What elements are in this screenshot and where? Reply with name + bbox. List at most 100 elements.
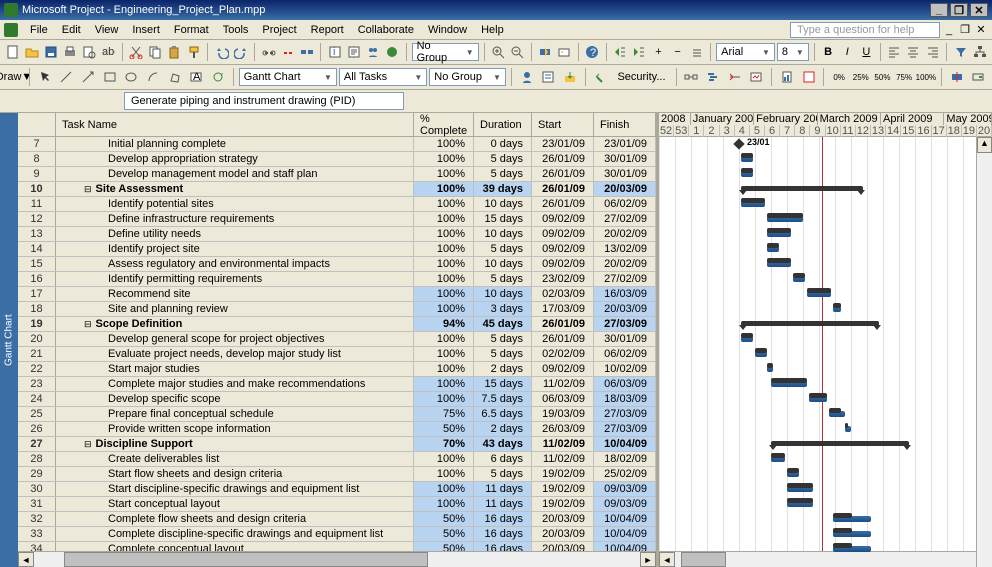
dur-cell[interactable]: 10 days xyxy=(474,287,532,301)
start-cell[interactable]: 19/03/09 xyxy=(532,407,594,421)
pct-cell[interactable]: 100% xyxy=(414,377,474,391)
task-name-cell[interactable]: Complete major studies and make recommen… xyxy=(56,377,414,391)
pct-cell[interactable]: 100% xyxy=(414,332,474,346)
print-preview-icon[interactable] xyxy=(81,42,98,62)
hide-subtasks-icon[interactable]: − xyxy=(669,42,686,62)
finish-cell[interactable]: 06/03/09 xyxy=(594,377,656,391)
finish-cell[interactable]: 13/02/09 xyxy=(594,242,656,256)
textbox-icon[interactable]: A xyxy=(186,67,206,87)
finish-cell[interactable]: 09/03/09 xyxy=(594,497,656,511)
dur-cell[interactable]: 16 days xyxy=(474,527,532,541)
row-id[interactable]: 29 xyxy=(18,467,56,481)
task-row[interactable]: 7Initial planning complete100%0 days23/0… xyxy=(18,137,656,152)
arrow-icon[interactable] xyxy=(78,67,98,87)
finish-cell[interactable]: 10/04/09 xyxy=(594,542,656,551)
pct-cell[interactable]: 70% xyxy=(414,437,474,451)
dur-header[interactable]: Duration xyxy=(474,113,532,136)
task-row[interactable]: 9Develop management model and staff plan… xyxy=(18,167,656,182)
task-name-cell[interactable]: Provide written scope information xyxy=(56,422,414,436)
task-row[interactable]: 34Complete conceptual layout50%16 days20… xyxy=(18,542,656,551)
new-resource-icon[interactable] xyxy=(517,67,537,87)
task-row[interactable]: 30Start discipline-specific drawings and… xyxy=(18,482,656,497)
child-close-button[interactable]: ✕ xyxy=(974,23,988,37)
task-row[interactable]: 25Prepare final conceptual schedule75%6.… xyxy=(18,407,656,422)
start-cell[interactable]: 11/02/09 xyxy=(532,377,594,391)
indent-icon[interactable] xyxy=(631,42,648,62)
pct-cell[interactable]: 100% xyxy=(414,227,474,241)
view-combo[interactable]: Gantt Chart▼ xyxy=(239,68,337,86)
task-row[interactable]: 12Define infrastructure requirements100%… xyxy=(18,212,656,227)
task-name-cell[interactable]: Identify potential sites xyxy=(56,197,414,211)
reschedule-icon[interactable] xyxy=(969,67,989,87)
task-name-cell[interactable]: Scope Definition xyxy=(56,317,414,331)
task-name-cell[interactable]: Assess regulatory and environmental impa… xyxy=(56,257,414,271)
finish-cell[interactable]: 06/02/09 xyxy=(594,197,656,211)
task-row[interactable]: 16Identify permitting requirements100%5 … xyxy=(18,272,656,287)
child-minimize-button[interactable]: _ xyxy=(942,23,956,37)
row-id[interactable]: 34 xyxy=(18,542,56,551)
pct-cell[interactable]: 100% xyxy=(414,257,474,271)
menu-view[interactable]: View xyxy=(89,22,125,38)
dur-cell[interactable]: 10 days xyxy=(474,257,532,271)
close-button[interactable]: ✕ xyxy=(970,3,988,17)
dur-cell[interactable]: 16 days xyxy=(474,542,532,551)
gantt-bars-area[interactable]: 23/01 xyxy=(659,137,992,551)
task-name-cell[interactable]: Define infrastructure requirements xyxy=(56,212,414,226)
task-row[interactable]: 22Start major studies100%2 days09/02/091… xyxy=(18,362,656,377)
task-row[interactable]: 32Complete flow sheets and design criter… xyxy=(18,512,656,527)
dur-cell[interactable]: 3 days xyxy=(474,302,532,316)
summary-bar[interactable] xyxy=(771,441,909,446)
oval-icon[interactable] xyxy=(122,67,142,87)
row-id[interactable]: 23 xyxy=(18,377,56,391)
finish-cell[interactable]: 16/03/09 xyxy=(594,287,656,301)
start-cell[interactable]: 26/01/09 xyxy=(532,332,594,346)
pct-cell[interactable]: 100% xyxy=(414,362,474,376)
pct-100-button[interactable]: 100% xyxy=(916,67,936,87)
pct-cell[interactable]: 94% xyxy=(414,317,474,331)
pct-cell[interactable]: 100% xyxy=(414,152,474,166)
line-icon[interactable] xyxy=(57,67,77,87)
dur-cell[interactable]: 39 days xyxy=(474,182,532,196)
task-row[interactable]: 17Recommend site100%10 days02/03/0916/03… xyxy=(18,287,656,302)
task-row[interactable]: 10Site Assessment100%39 days26/01/0920/0… xyxy=(18,182,656,197)
task-name-cell[interactable]: Develop management model and staff plan xyxy=(56,167,414,181)
row-id[interactable]: 14 xyxy=(18,242,56,256)
finish-cell[interactable]: 09/03/09 xyxy=(594,482,656,496)
print-icon[interactable] xyxy=(61,42,78,62)
gantt-vscroll[interactable]: ▲ xyxy=(976,137,992,567)
menu-report[interactable]: Report xyxy=(305,22,350,38)
start-cell[interactable]: 06/03/09 xyxy=(532,392,594,406)
task-name-cell[interactable]: Complete conceptual layout xyxy=(56,542,414,551)
start-cell[interactable]: 19/02/09 xyxy=(532,467,594,481)
row-id[interactable]: 21 xyxy=(18,347,56,361)
pct-cell[interactable]: 100% xyxy=(414,182,474,196)
row-id[interactable]: 12 xyxy=(18,212,56,226)
underline-button[interactable]: U xyxy=(858,42,875,62)
font-name-combo[interactable]: Arial▼ xyxy=(716,43,775,61)
dur-cell[interactable]: 5 days xyxy=(474,152,532,166)
dur-cell[interactable]: 16 days xyxy=(474,512,532,526)
start-cell[interactable]: 23/01/09 xyxy=(532,137,594,151)
cycle-icon[interactable] xyxy=(208,67,228,87)
update-tasks-icon[interactable] xyxy=(947,67,967,87)
pct-cell[interactable]: 100% xyxy=(414,137,474,151)
start-cell[interactable]: 11/02/09 xyxy=(532,452,594,466)
pert-icon[interactable] xyxy=(682,67,702,87)
help-icon[interactable]: ? xyxy=(584,42,601,62)
start-cell[interactable]: 09/02/09 xyxy=(532,242,594,256)
task-row[interactable]: 15Assess regulatory and environmental im… xyxy=(18,257,656,272)
spelling-icon[interactable]: abc xyxy=(100,42,117,62)
task-name-cell[interactable]: Start flow sheets and design criteria xyxy=(56,467,414,481)
finish-cell[interactable]: 27/03/09 xyxy=(594,407,656,421)
menu-tools[interactable]: Tools xyxy=(217,22,255,38)
start-cell[interactable]: 19/02/09 xyxy=(532,497,594,511)
name-header[interactable]: Task Name xyxy=(56,113,414,136)
milestone-marker[interactable] xyxy=(733,138,744,149)
finish-cell[interactable]: 27/03/09 xyxy=(594,422,656,436)
polygon-icon[interactable] xyxy=(165,67,185,87)
task-row[interactable]: 27Discipline Support70%43 days11/02/0910… xyxy=(18,437,656,452)
finish-cell[interactable]: 20/02/09 xyxy=(594,257,656,271)
dur-cell[interactable]: 2 days xyxy=(474,362,532,376)
finish-cell[interactable]: 20/02/09 xyxy=(594,227,656,241)
finish-cell[interactable]: 18/02/09 xyxy=(594,452,656,466)
